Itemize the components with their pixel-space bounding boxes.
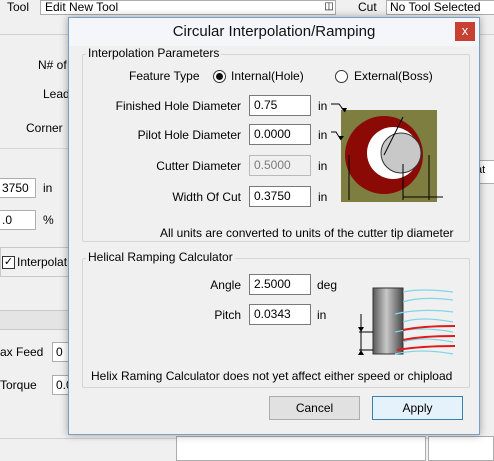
external-boss-radio[interactable] [335,70,348,83]
angle-unit: deg [317,278,338,292]
pitch-input[interactable]: 0.0343 [249,304,311,325]
dialog-title: Circular Interpolation/Ramping [172,23,376,40]
cutter-diameter-label: Cutter Diameter [156,159,241,173]
parent-input-1-unit: in [43,181,53,195]
parent-input-2[interactable]: .0 [0,210,36,230]
cutter-diameter-input: 0.5000 [249,155,311,176]
cut-field[interactable]: No Tool Selected [386,0,494,15]
helix-note: Helix Raming Calculator does not yet aff… [91,369,453,383]
cancel-button[interactable]: Cancel [269,396,360,420]
pilot-hole-diameter-input[interactable]: 0.0000 [249,124,311,145]
apply-button[interactable]: Apply [372,396,463,420]
helical-group-title: Helical Ramping Calculator [86,250,235,264]
interpolate-checkbox[interactable]: ✓ [2,256,15,269]
max-feed-label: ax Feed [0,345,44,359]
lead-label: Lead [43,87,70,101]
corner-label: Corner [26,121,63,135]
cutter-tool-body [372,287,404,355]
parent-bottom-box-1 [176,436,426,461]
pitch-arrow-bottom [358,350,364,355]
finished-hole-diameter-input[interactable]: 0.75 [249,95,311,116]
internal-hole-radio[interactable] [213,70,226,83]
parent-band [0,310,75,330]
parent-input-2-unit: % [43,213,54,227]
width-of-cut-input[interactable]: 0.3750 [249,186,311,207]
cutter-diameter-unit: in [318,159,328,173]
angle-label: Angle [210,278,241,292]
tool-combo[interactable]: Edit New Tool [40,0,336,15]
cutter-circle [380,132,422,174]
pitch-arrow-top [358,327,364,332]
cut-label: Cut [358,0,377,14]
external-boss-label: External(Boss) [354,69,433,83]
close-button[interactable]: x [455,22,475,41]
pitch-unit: in [317,308,327,322]
hole-interpolation-diagram [331,103,443,202]
parent-bottom-box-2 [428,436,494,461]
angle-input[interactable]: 2.5000 [249,274,311,295]
internal-hole-label: Internal(Hole) [231,69,304,83]
pilot-hole-diameter-unit: in [318,128,328,142]
torque-label: Torque [0,378,37,392]
pilot-hole-diameter-label: Pilot Hole Diameter [137,128,241,142]
units-note: All units are converted to units of the … [160,226,454,240]
parent-input-1[interactable]: 3750 [0,178,36,198]
interpolation-group-title: Interpolation Parameters [86,46,222,60]
helix-path [394,289,454,355]
width-of-cut-unit: in [318,190,328,204]
parent-divider-2 [0,148,75,149]
pitch-label: Pitch [214,308,241,322]
radio-selected-dot [216,73,223,80]
num-flutes-label: N# of [38,58,67,72]
helical-ramp-diagram [358,287,456,355]
finished-hole-diameter-label: Finished Hole Diameter [115,99,241,113]
finished-hole-diameter-unit: in [318,99,328,113]
tool-label: Tool [7,0,30,14]
circular-interpolation-dialog: Circular Interpolation/Ramping x Interpo… [68,17,480,435]
interpolate-label: Interpolat [17,255,68,269]
feature-type-label: Feature Type [129,69,200,83]
tool-browse-icon[interactable]: ◫ [319,0,339,15]
width-of-cut-label: Width Of Cut [172,190,241,204]
